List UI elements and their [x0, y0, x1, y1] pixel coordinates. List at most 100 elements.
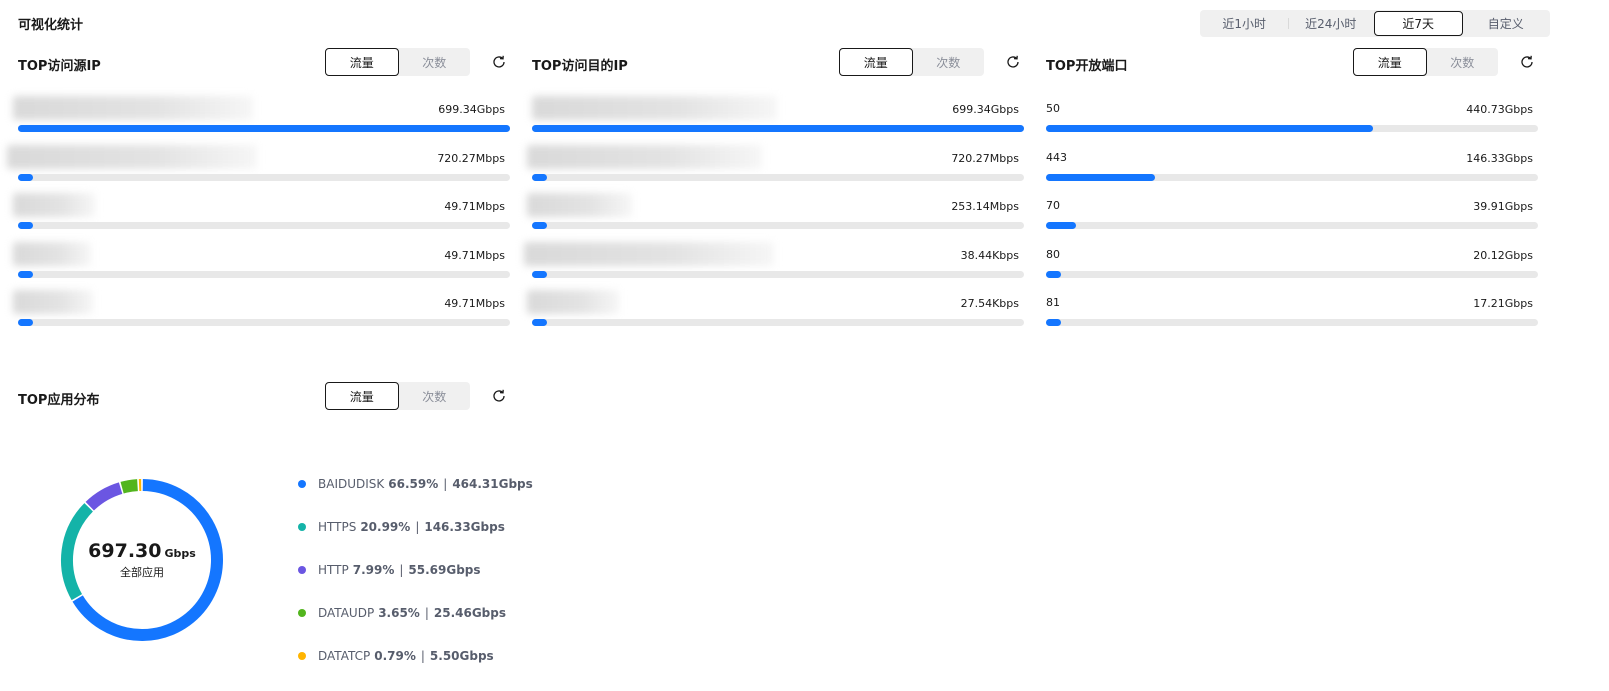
- time-range-7d[interactable]: 近7天: [1374, 11, 1463, 36]
- time-range-1h[interactable]: 近1小时: [1201, 11, 1288, 36]
- refresh-icon[interactable]: [491, 388, 507, 404]
- progress-fill: [532, 270, 547, 278]
- legend-name: DATAUDP: [318, 605, 375, 620]
- list-item: 253.14Mbps: [527, 193, 1024, 242]
- legend-pct: 0.79%: [374, 648, 416, 663]
- progress-fill: [1046, 222, 1076, 229]
- legend-name: BAIDUDISK: [318, 476, 385, 491]
- row-value: 20.12Gbps: [1473, 248, 1533, 262]
- panel-top-open-port: TOP开放端口 流量 次数 50 440.73Gbps 443 146.33Gbps…: [1041, 48, 1538, 339]
- donut-total-label: 全部应用: [120, 566, 164, 579]
- refresh-icon[interactable]: [491, 54, 507, 70]
- panel-top-source-ip: TOP访问源IP 流量 次数 699.34Gbps 720.27Mbps 49.…: [7, 48, 510, 339]
- list-item: 443 146.33Gbps: [1041, 145, 1538, 194]
- legend-pct: 66.59%: [388, 476, 439, 491]
- row-value: 146.33Gbps: [1466, 151, 1533, 165]
- port-label: 50: [1046, 102, 1060, 115]
- toggle-traffic[interactable]: 流量: [1353, 48, 1427, 76]
- time-range-custom[interactable]: 自定义: [1463, 11, 1550, 36]
- legend-name: DATATCP: [318, 648, 371, 663]
- progress-track: [1046, 319, 1538, 326]
- port-label: 80: [1046, 247, 1060, 261]
- port-label: 81: [1046, 296, 1060, 309]
- redacted-ip-label: [13, 96, 253, 120]
- row-value: 253.14Mbps: [951, 200, 1019, 213]
- panel-title: TOP访问源IP: [18, 59, 101, 74]
- legend-item[interactable]: HTTPS 20.99% | 146.33Gbps: [298, 505, 533, 548]
- toggle-count[interactable]: 次数: [1427, 48, 1499, 76]
- legend-value: 25.46Gbps: [433, 605, 507, 620]
- legend-name: HTTP: [318, 562, 349, 577]
- progress-fill: [1046, 173, 1155, 181]
- progress-track: [532, 125, 1024, 132]
- legend-item[interactable]: BAIDUDISK 66.59% | 464.31Gbps: [298, 462, 533, 505]
- row-value: 27.54Kbps: [960, 297, 1019, 310]
- metric-toggle: 流量 次数: [839, 48, 984, 76]
- row-value: 49.71Mbps: [444, 248, 505, 262]
- time-range-24h[interactable]: 近24小时: [1287, 11, 1375, 36]
- progress-track: [18, 270, 510, 278]
- legend-item[interactable]: DATAUDP 3.65% | 25.46Gbps: [298, 591, 533, 634]
- list-item: 38.44Kbps: [524, 241, 1024, 291]
- legend-value: 55.69Gbps: [408, 562, 481, 577]
- row-value: 699.34Gbps: [952, 103, 1019, 116]
- progress-fill: [18, 319, 33, 326]
- progress-track: [1046, 222, 1538, 229]
- time-range-selector: 近1小时 近24小时 近7天 自定义: [1200, 10, 1550, 37]
- refresh-icon[interactable]: [1005, 54, 1021, 70]
- toggle-count[interactable]: 次数: [399, 382, 471, 410]
- list-item: 699.34Gbps: [527, 96, 1024, 145]
- legend-pct: 20.99%: [360, 519, 411, 534]
- toggle-count[interactable]: 次数: [913, 48, 985, 76]
- metric-toggle: 流量 次数: [325, 48, 470, 76]
- progress-fill: [532, 125, 1024, 132]
- page-title: 可视化统计: [18, 18, 84, 33]
- row-value: 38.44Kbps: [960, 248, 1019, 262]
- legend-pct: 3.65%: [378, 605, 420, 620]
- row-value: 49.71Mbps: [444, 200, 505, 213]
- donut-center: 697.30 Gbps 全部应用: [52, 470, 232, 650]
- panel-top-app-distribution: TOP应用分布 流量 次数: [13, 382, 510, 412]
- list-item: 699.34Gbps: [13, 96, 510, 145]
- toggle-count[interactable]: 次数: [399, 48, 471, 76]
- port-label: 443: [1046, 150, 1067, 164]
- row-value: 39.91Gbps: [1473, 200, 1533, 213]
- row-value: 440.73Gbps: [1466, 103, 1533, 116]
- progress-fill: [18, 222, 33, 229]
- donut-total-value: 697.30: [88, 540, 162, 562]
- legend-separator: |: [420, 648, 425, 663]
- row-value: 720.27Mbps: [951, 151, 1019, 165]
- legend-pct: 7.99%: [352, 562, 395, 577]
- metric-toggle: 流量 次数: [325, 382, 470, 410]
- legend-dot-icon: [298, 479, 306, 488]
- panel-title: TOP访问目的IP: [532, 59, 628, 74]
- row-value: 699.34Gbps: [438, 103, 505, 116]
- legend-value: 464.31Gbps: [452, 476, 533, 491]
- legend-item[interactable]: HTTP 7.99% | 55.69Gbps: [298, 548, 533, 591]
- redacted-ip-label: [527, 144, 762, 169]
- legend-name: HTTPS: [318, 519, 357, 534]
- legend-item[interactable]: DATATCP 0.79% | 5.50Gbps: [298, 634, 533, 677]
- list-item: 80 20.12Gbps: [1041, 242, 1538, 291]
- list-item: 49.71Mbps: [13, 193, 510, 242]
- donut-total: 697.30 Gbps: [88, 540, 196, 562]
- legend-separator: |: [424, 605, 429, 620]
- toggle-traffic[interactable]: 流量: [839, 48, 913, 76]
- list-item: 81 17.21Gbps: [1041, 290, 1538, 339]
- progress-track: [18, 173, 510, 181]
- progress-fill: [18, 173, 33, 181]
- redacted-ip-label: [13, 290, 93, 314]
- list-item: 70 39.91Gbps: [1041, 193, 1538, 242]
- app-legend: BAIDUDISK 66.59% | 464.31Gbps HTTPS 20.99% | 1…: [298, 462, 533, 677]
- progress-track: [532, 222, 1024, 229]
- app-donut-chart: 697.30 Gbps 全部应用: [52, 470, 232, 650]
- list-item: 27.54Kbps: [527, 290, 1024, 339]
- toggle-traffic[interactable]: 流量: [325, 382, 399, 410]
- donut-total-unit: Gbps: [164, 547, 196, 560]
- row-value: 17.21Gbps: [1473, 297, 1533, 310]
- list-item: 720.27Mbps: [527, 144, 1024, 194]
- progress-fill: [532, 173, 547, 181]
- toggle-traffic[interactable]: 流量: [325, 48, 399, 76]
- redacted-ip-label: [7, 144, 257, 169]
- refresh-icon[interactable]: [1519, 54, 1535, 70]
